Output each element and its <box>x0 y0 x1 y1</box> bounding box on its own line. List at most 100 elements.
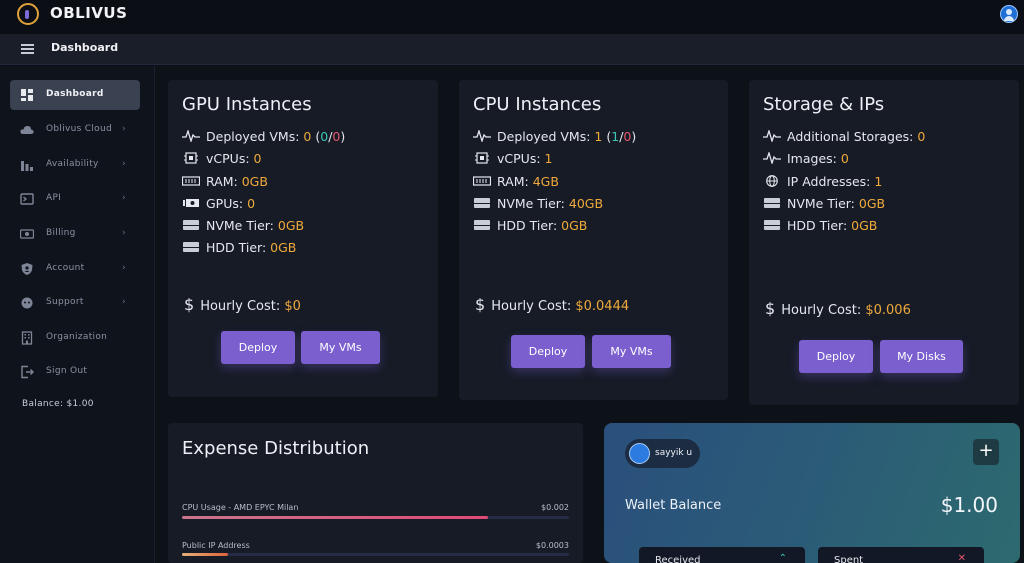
support-icon <box>21 297 33 309</box>
row-label: RAM: <box>206 174 238 189</box>
stopped-count: 0 <box>332 129 341 144</box>
sidebar-item-billing[interactable]: Billing › <box>10 219 140 249</box>
ram-row: RAM: 0GB <box>182 174 268 189</box>
expense-bar <box>182 553 569 556</box>
expense-bar-fill <box>182 516 488 519</box>
chevron-right-icon: › <box>122 263 126 273</box>
card-title: Storage & IPs <box>763 94 885 115</box>
add-funds-button[interactable]: + <box>973 439 999 465</box>
cost-value: $0.0444 <box>575 299 630 314</box>
cost-value: $0 <box>284 299 301 314</box>
stopped-count: 0 <box>623 129 632 144</box>
user-avatar-icon[interactable] <box>1000 5 1018 23</box>
cost-label: Hourly Cost: <box>200 299 281 314</box>
my-vms-cpu-button[interactable]: My VMs <box>592 335 671 368</box>
sidebar-item-support[interactable]: Support › <box>10 288 140 318</box>
deployed-vms-row: Deployed VMs: 1 (1/0) <box>473 129 636 144</box>
expense-bar <box>182 516 569 519</box>
close-icon: ✕ <box>957 553 966 563</box>
expense-label: Public IP Address <box>182 541 250 550</box>
expense-value: $0.002 <box>541 503 569 512</box>
row-value: 0GB <box>270 240 297 255</box>
chevron-right-icon: › <box>122 297 126 307</box>
images-row: Images: 0 <box>763 151 849 166</box>
deploy-storage-button[interactable]: Deploy <box>799 340 873 373</box>
row-label: RAM: <box>497 174 529 189</box>
sidebar-item-api[interactable]: API › <box>10 184 140 214</box>
my-vms-gpu-button[interactable]: My VMs <box>301 331 380 364</box>
drive-icon <box>183 242 199 252</box>
hdd-row: HDD Tier: 0GB <box>763 218 877 233</box>
my-disks-button[interactable]: My Disks <box>880 340 963 373</box>
row-label: IP Addresses: <box>787 174 871 189</box>
dollar-icon: $ <box>765 299 776 318</box>
sidebar-item-sign-out[interactable]: Sign Out <box>10 357 140 387</box>
chevron-right-icon: › <box>122 124 126 134</box>
sidebar-item-label: Support <box>46 297 84 307</box>
nvme-row: NVMe Tier: 0GB <box>763 196 885 211</box>
sign-out-icon <box>21 365 34 379</box>
bar-chart-icon <box>21 161 33 171</box>
spent-label: Spent <box>834 555 864 563</box>
deploy-cpu-button[interactable]: Deploy <box>511 335 585 368</box>
oblivus-logo-icon[interactable] <box>17 3 39 25</box>
globe-icon <box>766 175 778 187</box>
row-value: 0GB <box>858 196 886 211</box>
row-label: NVMe Tier: <box>206 218 274 233</box>
row-value: 0 <box>917 129 926 144</box>
dollar-icon: $ <box>184 295 195 314</box>
row-label: GPUs: <box>206 196 244 211</box>
sidebar-item-label: API <box>46 193 62 203</box>
cost-label: Hourly Cost: <box>491 299 572 314</box>
hourly-cost: $ Hourly Cost: $0.0444 <box>475 295 629 314</box>
memory-icon <box>473 176 491 186</box>
shield-icon <box>21 263 33 275</box>
row-label: HDD Tier: <box>497 218 558 233</box>
row-value: 0 <box>247 196 256 211</box>
activity-icon <box>763 152 781 164</box>
row-value: 0 <box>840 151 849 166</box>
additional-storages-row: Additional Storages: 0 <box>763 129 925 144</box>
sidebar-balance: Balance: $1.00 <box>22 399 94 409</box>
sidebar-item-account[interactable]: Account › <box>10 254 140 284</box>
row-value: 1 <box>544 151 553 166</box>
chevron-right-icon: › <box>122 159 126 169</box>
drive-icon <box>764 220 780 230</box>
cpu-chip-icon <box>184 152 198 164</box>
sidebar-item-organization[interactable]: Organization <box>10 323 140 353</box>
dashboard-icon <box>21 89 33 101</box>
user-chip[interactable]: sayyik u <box>625 439 700 468</box>
drive-icon <box>474 198 490 208</box>
received-card[interactable]: Received ⌃ <box>639 547 805 563</box>
wallet-card: sayyik u + Wallet Balance $1.00 Received… <box>604 423 1020 563</box>
cpu-chip-icon <box>475 152 489 164</box>
row-label: NVMe Tier: <box>787 196 855 211</box>
card-title: CPU Instances <box>473 94 602 115</box>
sidebar: Dashboard Oblivus Cloud › Availability ›… <box>0 66 155 563</box>
user-name: sayyik u <box>655 448 693 458</box>
row-value: 4GB <box>532 174 559 189</box>
brand-name[interactable]: OBLIVUS <box>50 4 127 22</box>
hdd-row: HDD Tier: 0GB <box>182 240 296 255</box>
arrow-up-icon: ⌃ <box>778 553 787 563</box>
cost-value: $0.006 <box>865 303 911 318</box>
activity-icon <box>473 130 491 142</box>
drive-icon <box>764 198 780 208</box>
wallet-balance-label: Wallet Balance <box>625 498 722 513</box>
row-label: Images: <box>787 151 837 166</box>
row-label: HDD Tier: <box>206 240 267 255</box>
row-label: Additional Storages: <box>787 129 914 144</box>
deployed-vms-row: Deployed VMs: 0 (0/0) <box>182 129 345 144</box>
sidebar-item-oblivus-cloud[interactable]: Oblivus Cloud › <box>10 115 140 145</box>
row-value: 1 <box>594 129 603 144</box>
sidebar-item-dashboard[interactable]: Dashboard <box>10 80 140 110</box>
spent-card[interactable]: Spent ✕ <box>818 547 984 563</box>
sidebar-item-availability[interactable]: Availability › <box>10 150 140 180</box>
menu-icon[interactable] <box>21 44 34 54</box>
user-avatar-icon <box>629 443 650 464</box>
deploy-gpu-button[interactable]: Deploy <box>221 331 295 364</box>
hourly-cost: $ Hourly Cost: $0.006 <box>765 299 911 318</box>
chevron-right-icon: › <box>122 228 126 238</box>
expense-distribution-card: Expense Distribution CPU Usage - AMD EPY… <box>168 423 583 563</box>
cpu-instances-card: CPU Instances Deployed VMs: 1 (1/0) vCPU… <box>459 80 728 400</box>
